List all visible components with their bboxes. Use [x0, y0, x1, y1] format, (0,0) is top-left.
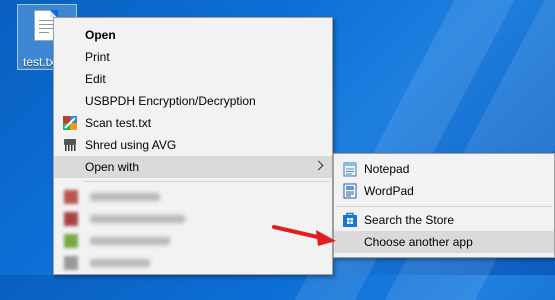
avg-shredder-icon — [62, 137, 78, 153]
menu-item-label: Scan test.txt — [85, 116, 152, 130]
redacted-icon — [64, 212, 78, 226]
redacted-menu-item[interactable] — [60, 190, 320, 204]
menu-item-label: Open — [85, 28, 116, 42]
notepad-icon — [342, 161, 358, 177]
menu-item-label: Shred using AVG — [85, 138, 177, 152]
menu-item-open[interactable]: Open — [54, 24, 332, 46]
submenu-item-search-store[interactable]: Search the Store — [334, 209, 554, 231]
submenu-item-label: Choose another app — [364, 235, 473, 249]
submenu-item-label: Notepad — [364, 162, 410, 176]
redacted-menu-item[interactable] — [60, 256, 320, 270]
store-icon — [342, 212, 358, 228]
avg-scan-icon — [62, 115, 78, 131]
chevron-right-icon — [313, 160, 324, 171]
menu-item-edit[interactable]: Edit — [54, 68, 332, 90]
annotation-arrow-icon — [272, 225, 336, 246]
menu-item-label: USBPDH Encryption/Decryption — [85, 94, 256, 108]
menu-item-label: Open with — [85, 160, 140, 174]
submenu-item-wordpad[interactable]: WordPad — [334, 180, 554, 202]
submenu-item-label: Search the Store — [364, 213, 455, 227]
open-with-submenu: Notepad WordPad Search the Store Choose … — [333, 153, 555, 258]
menu-separator — [84, 181, 330, 182]
menu-separator — [336, 206, 552, 207]
menu-item-label: Print — [85, 50, 110, 64]
submenu-item-label: WordPad — [364, 184, 414, 198]
submenu-item-choose-another-app[interactable]: Choose another app — [334, 231, 554, 253]
menu-item-scan[interactable]: Scan test.txt — [54, 112, 332, 134]
menu-item-shred[interactable]: Shred using AVG — [54, 134, 332, 156]
menu-item-label: Edit — [85, 72, 106, 86]
redacted-icon — [64, 190, 78, 204]
wordpad-icon — [342, 183, 358, 199]
submenu-item-notepad[interactable]: Notepad — [334, 158, 554, 180]
menu-item-print[interactable]: Print — [54, 46, 332, 68]
menu-item-usbpdh[interactable]: USBPDH Encryption/Decryption — [54, 90, 332, 112]
menu-item-open-with[interactable]: Open with — [54, 156, 332, 178]
redacted-icon — [64, 234, 78, 248]
redacted-icon — [64, 256, 78, 270]
